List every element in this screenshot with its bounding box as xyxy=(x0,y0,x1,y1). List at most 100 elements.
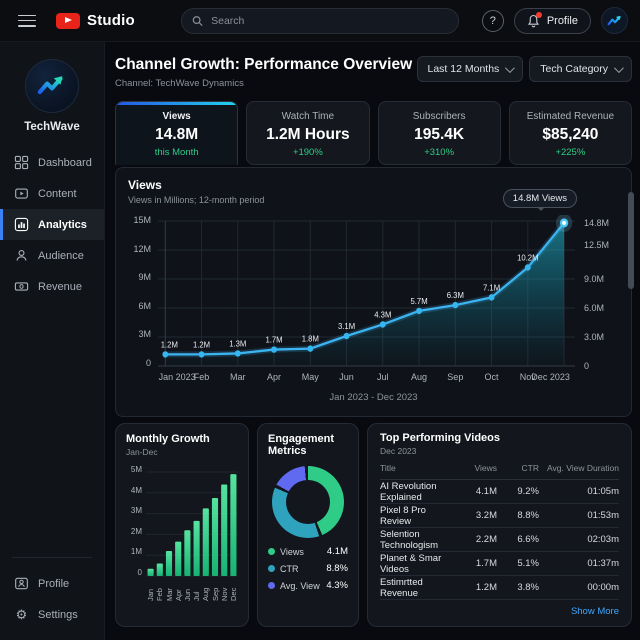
stat-value: 14.8M xyxy=(155,126,199,143)
video-metric: 01:05m xyxy=(587,486,619,497)
donut-hole xyxy=(286,480,330,524)
legend-dot-avg-view xyxy=(268,582,275,589)
stat-value: $85,240 xyxy=(542,126,599,143)
col-ctr: CTR xyxy=(521,463,539,473)
profile-button[interactable]: Profile xyxy=(513,7,591,34)
legend-label: CTR xyxy=(280,563,299,574)
bar-x-axis-labels: Jan Feb Mar Apr Jun Jul Aug Sep Nov Dec xyxy=(146,579,238,601)
col-title: Title xyxy=(380,463,396,473)
data-point-label: 6.3M xyxy=(447,291,464,300)
sidebar-item-content[interactable]: Content xyxy=(0,178,104,209)
settings-gear-icon: ⚙ xyxy=(15,607,28,622)
search-input[interactable] xyxy=(211,15,448,27)
stat-delta: +310% xyxy=(424,147,455,158)
sidebar-item-label: Content xyxy=(38,187,77,200)
channel-logo-icon xyxy=(606,15,621,25)
engagement-metrics-panel: Engagement Metrics Views 4.1M CTR 8.8% A… xyxy=(257,423,359,627)
menu-icon[interactable] xyxy=(18,14,36,27)
stat-card-subscribers[interactable]: Subscribers 195.4K +310% xyxy=(377,101,501,165)
growth-bar xyxy=(221,484,228,576)
sidebar-item-analytics[interactable]: Analytics xyxy=(0,209,104,240)
x-axis-labels: Jan 2023 Feb Mar Apr May Jun Jul Aug Sep Oct Nov De… xyxy=(158,372,575,385)
search-bar[interactable] xyxy=(181,8,459,34)
table-header: Title Views CTR Avg. View Duration xyxy=(380,456,619,480)
data-point xyxy=(416,307,422,315)
help-icon[interactable]: ? xyxy=(481,9,504,32)
page-subtitle: Channel: TechWave Dynamics xyxy=(115,78,244,89)
monthly-growth-panel: Monthly Growth Jan-Dec 5M 4M 3M 2M 1M 0 Jan Fe… xyxy=(115,423,249,627)
brand-logo[interactable]: Studio xyxy=(56,12,135,29)
panel-subtitle: Jan-Dec xyxy=(126,447,158,457)
stat-card-revenue[interactable]: Estimated Revenue $85,240 +225% xyxy=(508,101,632,165)
x-tick: Aug xyxy=(201,587,211,601)
sidebar-item-audience[interactable]: Audience xyxy=(0,240,104,271)
account-avatar[interactable] xyxy=(601,7,628,34)
sidebar-item-label: Profile xyxy=(38,577,70,590)
table-body: AI Revolution Explained 4.1M 9.2% 01:05m Pix… xyxy=(380,480,619,600)
video-row[interactable]: AI Revolution Explained 4.1M 9.2% 01:05m xyxy=(380,480,619,504)
video-title: Estimrtted Revenue xyxy=(380,576,423,599)
video-metric: 01:37m xyxy=(587,558,619,569)
date-range-dropdown[interactable]: Last 12 Months xyxy=(416,56,524,82)
donut-legend: Views 4.1M CTR 8.8% Avg. View 4.3% xyxy=(268,546,348,591)
scrollbar-thumb[interactable] xyxy=(628,192,634,289)
area-fill xyxy=(165,222,565,366)
data-point xyxy=(524,264,531,271)
y-tick: 2M xyxy=(130,526,142,536)
sidebar-item-label: Settings xyxy=(38,608,78,621)
search-icon xyxy=(192,16,203,27)
data-point-label: 10.2M xyxy=(517,253,539,262)
x-tick: Sep xyxy=(210,587,220,601)
video-row[interactable]: Planet & Smar Videos 1.7M 5.1% 01:37m xyxy=(380,552,619,576)
stat-card-views[interactable]: Views 14.8M this Month xyxy=(115,101,239,165)
date-range-label: Last 12 Months xyxy=(427,63,500,75)
top-bar: Studio ? Profile xyxy=(0,0,640,42)
video-metric: 1.7M xyxy=(475,558,497,569)
chart-footer: Jan 2023 - Dec 2023 xyxy=(329,392,418,403)
stat-card-watch-time[interactable]: Watch Time 1.2M Hours +190% xyxy=(246,101,370,165)
video-metric: 2.2M xyxy=(475,534,497,545)
video-metric: 3.8% xyxy=(517,582,539,593)
growth-bar xyxy=(147,568,154,576)
y-tick: 0 xyxy=(145,357,151,368)
stat-delta: this Month xyxy=(154,147,199,158)
chevron-down-icon xyxy=(505,62,516,73)
video-metric: 5.1% xyxy=(517,558,539,569)
video-row[interactable]: Pixel 8 Pro Review 3.2M 8.8% 01:53m xyxy=(380,504,619,528)
x-tick: Jul xyxy=(192,591,202,601)
data-point xyxy=(307,345,314,352)
x-tick: Feb xyxy=(193,372,210,382)
channel-avatar[interactable] xyxy=(25,59,79,113)
category-dropdown[interactable]: Tech Category xyxy=(529,56,632,82)
category-label: Tech Category xyxy=(540,63,608,75)
video-row[interactable]: Estimrtted Revenue 1.2M 3.8% 00:00m xyxy=(380,576,619,600)
video-metric: 8.8% xyxy=(517,510,539,521)
stat-label: Watch Time xyxy=(281,111,335,122)
brand-name: Studio xyxy=(87,12,135,29)
sidebar-item-settings[interactable]: ⚙ Settings xyxy=(0,599,104,630)
video-row[interactable]: Selention Technologism 2.2M 6.6% 02:03m xyxy=(380,528,619,552)
stat-label: Estimated Revenue xyxy=(526,111,615,122)
legend-value: 4.1M xyxy=(326,546,348,557)
data-point xyxy=(343,332,350,340)
monthly-growth-bar-chart xyxy=(146,471,238,577)
page-title: Channel Growth: Performance Overview xyxy=(115,56,413,73)
sidebar-item-dashboard[interactable]: Dashboard xyxy=(0,147,104,178)
sidebar-item-profile[interactable]: Profile xyxy=(0,568,104,599)
stat-label: Subscribers xyxy=(412,111,466,122)
y-tick: 9M xyxy=(138,272,151,283)
x-tick: Jan xyxy=(146,588,156,601)
video-title: AI Revolution Explained xyxy=(380,480,437,503)
page-header: Channel Growth: Performance Overview Cha… xyxy=(115,56,632,89)
data-point-label: 1.2M xyxy=(161,340,178,349)
data-point xyxy=(488,294,495,301)
y-tick: 0 xyxy=(137,567,142,577)
sidebar-item-label: Audience xyxy=(38,249,84,262)
youtube-play-icon xyxy=(56,12,80,29)
sidebar-item-revenue[interactable]: Revenue xyxy=(0,271,104,302)
data-point xyxy=(379,321,386,328)
x-tick: Dec 2023 xyxy=(531,372,570,382)
show-more-link[interactable]: Show More xyxy=(380,606,619,617)
main-content: Channel Growth: Performance Overview Cha… xyxy=(105,42,640,640)
x-tick: Apr xyxy=(173,589,183,601)
